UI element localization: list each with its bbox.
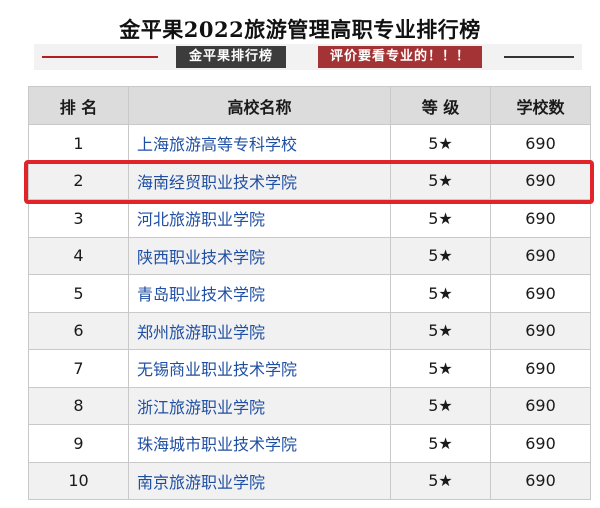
rank-cell: 2 bbox=[28, 161, 129, 200]
count-cell: 690 bbox=[490, 461, 591, 500]
rank-cell: 8 bbox=[28, 386, 129, 425]
table-row: 9 珠海城市职业技术学院 5★ 690 bbox=[28, 424, 591, 463]
level-cell: 5★ bbox=[390, 124, 491, 163]
table-row: 1 上海旅游高等专科学校 5★ 690 bbox=[28, 124, 591, 163]
banner-tag-slogan: 评价要看专业的！！！ bbox=[318, 46, 482, 68]
school-link[interactable]: 河北旅游职业学院 bbox=[128, 199, 391, 238]
header-count: 学校数 bbox=[490, 86, 591, 125]
banner-tag-ranking: 金平果排行榜 bbox=[176, 46, 286, 68]
table-header-row: 排 名 高校名称 等 级 学校数 bbox=[28, 86, 591, 125]
header-school: 高校名称 bbox=[128, 86, 391, 125]
school-link[interactable]: 珠海城市职业技术学院 bbox=[128, 424, 391, 463]
header-rank: 排 名 bbox=[28, 86, 129, 125]
table-row: 3 河北旅游职业学院 5★ 690 bbox=[28, 199, 591, 238]
level-cell: 5★ bbox=[390, 311, 491, 350]
table-row: 6 郑州旅游职业学院 5★ 690 bbox=[28, 311, 591, 350]
rank-cell: 6 bbox=[28, 311, 129, 350]
count-cell: 690 bbox=[490, 199, 591, 238]
level-cell: 5★ bbox=[390, 161, 491, 200]
level-cell: 5★ bbox=[390, 424, 491, 463]
banner-divider-right bbox=[504, 56, 574, 58]
rank-cell: 7 bbox=[28, 349, 129, 388]
header-level: 等 级 bbox=[390, 86, 491, 125]
rank-cell: 3 bbox=[28, 199, 129, 238]
count-cell: 690 bbox=[490, 274, 591, 313]
count-cell: 690 bbox=[490, 161, 591, 200]
school-link[interactable]: 无锡商业职业技术学院 bbox=[128, 349, 391, 388]
school-link[interactable]: 郑州旅游职业学院 bbox=[128, 311, 391, 350]
table-row: 7 无锡商业职业技术学院 5★ 690 bbox=[28, 349, 591, 388]
level-cell: 5★ bbox=[390, 461, 491, 500]
table-row: 2 海南经贸职业技术学院 5★ 690 bbox=[28, 161, 591, 200]
banner: 金平果排行榜 评价要看专业的！！！ bbox=[34, 44, 582, 70]
level-cell: 5★ bbox=[390, 386, 491, 425]
rank-cell: 1 bbox=[28, 124, 129, 163]
count-cell: 690 bbox=[490, 386, 591, 425]
count-cell: 690 bbox=[490, 124, 591, 163]
level-cell: 5★ bbox=[390, 274, 491, 313]
rank-cell: 4 bbox=[28, 236, 129, 275]
school-link[interactable]: 浙江旅游职业学院 bbox=[128, 386, 391, 425]
ranking-table: 排 名 高校名称 等 级 学校数 1 上海旅游高等专科学校 5★ 690 2 海… bbox=[28, 86, 591, 500]
page-title: 金平果2022旅游管理高职专业排行榜 bbox=[119, 17, 481, 42]
table-row: 5 青岛职业技术学院 5★ 690 bbox=[28, 274, 591, 313]
school-link[interactable]: 青岛职业技术学院 bbox=[128, 274, 391, 313]
school-link[interactable]: 海南经贸职业技术学院 bbox=[128, 161, 391, 200]
school-link[interactable]: 陕西职业技术学院 bbox=[128, 236, 391, 275]
banner-divider-left bbox=[42, 56, 158, 58]
count-cell: 690 bbox=[490, 424, 591, 463]
level-cell: 5★ bbox=[390, 236, 491, 275]
rank-cell: 9 bbox=[28, 424, 129, 463]
table-row: 8 浙江旅游职业学院 5★ 690 bbox=[28, 386, 591, 425]
count-cell: 690 bbox=[490, 236, 591, 275]
count-cell: 690 bbox=[490, 311, 591, 350]
count-cell: 690 bbox=[490, 349, 591, 388]
level-cell: 5★ bbox=[390, 199, 491, 238]
table-row: 4 陕西职业技术学院 5★ 690 bbox=[28, 236, 591, 275]
school-link[interactable]: 上海旅游高等专科学校 bbox=[128, 124, 391, 163]
rank-cell: 10 bbox=[28, 461, 129, 500]
level-cell: 5★ bbox=[390, 349, 491, 388]
school-link[interactable]: 南京旅游职业学院 bbox=[128, 461, 391, 500]
rank-cell: 5 bbox=[28, 274, 129, 313]
table-row: 10 南京旅游职业学院 5★ 690 bbox=[28, 461, 591, 500]
